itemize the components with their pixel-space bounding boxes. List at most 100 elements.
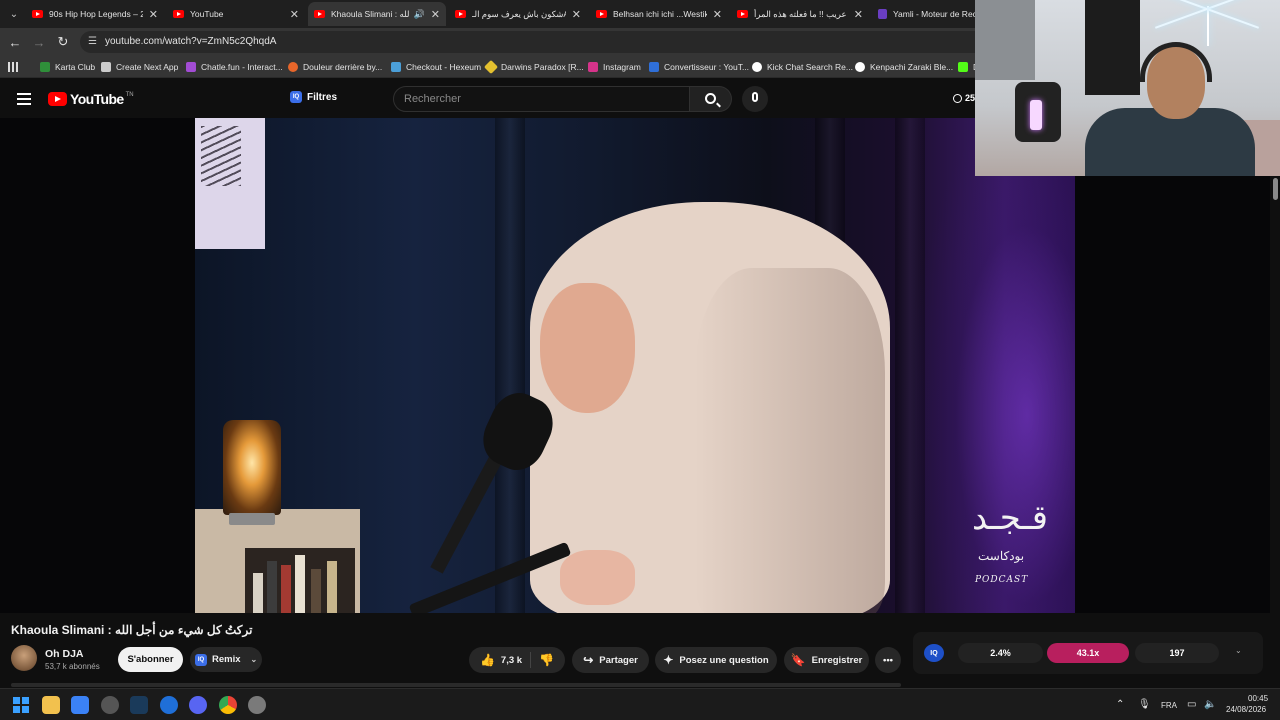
back-arrow-icon[interactable]: ←: [6, 33, 24, 51]
apps-grid-icon[interactable]: [8, 60, 18, 74]
thumbs-down-icon[interactable]: 👎: [539, 653, 554, 667]
close-icon[interactable]: ✕: [854, 8, 863, 21]
stat-engagement: 2.4%: [958, 643, 1043, 663]
page-scrollbar-track[interactable]: [1270, 176, 1280, 613]
browser-tab[interactable]: عريب !! ما فعلته هذه المرأ ✕: [731, 2, 869, 26]
bookmark-item[interactable]: Karta Club: [40, 60, 95, 74]
browser-tab[interactable]: YouTube ✕: [167, 2, 305, 26]
like-count[interactable]: 7,3 k: [501, 655, 522, 666]
sparkle-icon: ✦: [663, 653, 674, 667]
subscribe-button[interactable]: S'abonner: [118, 647, 183, 672]
close-icon[interactable]: ✕: [713, 8, 722, 21]
ask-question-button[interactable]: ✦ Posez une question: [655, 647, 777, 673]
reload-icon[interactable]: ↻: [54, 33, 72, 51]
app-icon[interactable]: [160, 696, 178, 714]
share-icon: ↪: [583, 653, 594, 667]
light-ray: [1154, 8, 1208, 29]
tray-chevron-up-icon[interactable]: ⌃: [1116, 699, 1124, 710]
globe-icon: [855, 62, 865, 72]
description-bar[interactable]: [11, 683, 901, 687]
windows-taskbar: ⌃ 🎙 FRA ▭ 🔈 00:45 24/08/2026: [0, 688, 1280, 720]
bookmark-favicon-icon: [101, 62, 111, 72]
globe-icon: [752, 62, 762, 72]
windows-start-icon[interactable]: [13, 697, 29, 713]
file-explorer-icon[interactable]: [42, 696, 60, 714]
voice-search-button[interactable]: [742, 86, 768, 112]
more-options-button[interactable]: •••: [875, 647, 901, 673]
browser-tab[interactable]: 90s Hip Hop Legends – 2P ✕: [26, 2, 164, 26]
bookmark-item[interactable]: Create Next App: [101, 60, 178, 74]
podcast-logo: قـجـد بودكاست PODCAST: [972, 498, 1050, 585]
browser-tab[interactable]: Yamli - Moteur de Rech: [872, 2, 982, 26]
remix-button[interactable]: IQ Remix ⌄: [190, 647, 262, 672]
bookmark-item[interactable]: Kick Chat Search Re...: [752, 60, 853, 74]
video-frame[interactable]: قـجـد بودكاست PODCAST: [195, 118, 1075, 613]
discord-icon[interactable]: [189, 696, 207, 714]
forward-arrow-icon[interactable]: →: [30, 33, 48, 51]
youtube-icon: [173, 10, 184, 18]
microphone-icon: [752, 92, 758, 102]
bookmark-item[interactable]: Convertisseur : YouT...: [649, 60, 749, 74]
bookmark-item[interactable]: Chatle.fun - Interact...: [186, 60, 283, 74]
youtube-icon: [314, 10, 325, 18]
close-icon[interactable]: ✕: [431, 8, 440, 21]
clock-time[interactable]: 00:45: [1248, 694, 1268, 703]
app-icon[interactable]: [101, 696, 119, 714]
youtube-icon: [596, 10, 607, 18]
iq-icon[interactable]: IQ: [924, 644, 944, 662]
close-icon[interactable]: ✕: [149, 8, 158, 21]
video-player[interactable]: قـجـد بودكاست PODCAST: [0, 118, 1280, 613]
bookmark-item[interactable]: Checkout - Hexeum: [391, 60, 481, 74]
lamp: [223, 420, 281, 515]
channel-name[interactable]: Oh DJA: [45, 648, 84, 660]
save-button[interactable]: 🔖 Enregistrer: [784, 647, 869, 673]
microphone-icon[interactable]: 🎙: [1138, 699, 1151, 710]
clock-icon: [953, 93, 962, 103]
mic-light: [1030, 100, 1042, 130]
timer-badge[interactable]: 25: [953, 93, 975, 103]
steam-icon[interactable]: [130, 696, 148, 714]
close-icon[interactable]: ✕: [572, 8, 581, 21]
filters-button[interactable]: IQ Filtres: [290, 91, 337, 103]
webcam-monitor: [1085, 0, 1140, 95]
thumbs-up-icon[interactable]: 👍: [480, 653, 495, 667]
mic-stand: [430, 452, 504, 574]
bookmark-item[interactable]: Instagram: [588, 60, 641, 74]
speaker-icon[interactable]: 🔊: [414, 9, 425, 20]
chevron-down-icon: ⌄: [250, 655, 258, 664]
channel-avatar[interactable]: [11, 645, 37, 671]
url-text[interactable]: youtube.com/watch?v=ZmN5c2QhqdA: [105, 36, 276, 47]
chrome-icon[interactable]: [219, 696, 237, 714]
share-button[interactable]: ↪ Partager: [572, 647, 649, 673]
iq-icon: IQ: [195, 653, 207, 666]
page-scrollbar-thumb[interactable]: [1273, 178, 1278, 200]
store-icon[interactable]: [71, 696, 89, 714]
language-indicator[interactable]: FRA: [1161, 701, 1177, 710]
more-icon: •••: [883, 654, 893, 666]
settings-gear-icon[interactable]: [248, 696, 266, 714]
bookmark-item[interactable]: Darwins Paradox [R...: [483, 59, 584, 75]
network-icon[interactable]: ▭: [1187, 699, 1196, 710]
browser-tab[interactable]: شكون باش يعرف سوم الـA ✕: [449, 2, 587, 26]
search-button[interactable]: [690, 86, 732, 112]
address-bar[interactable]: ☰ youtube.com/watch?v=ZmN5c2QhqdA: [80, 31, 1040, 53]
bookmark-item[interactable]: Douleur derrière by...: [288, 60, 382, 74]
kick-icon: [958, 62, 968, 72]
separator: [530, 652, 532, 668]
bookmark-item[interactable]: Kenpachi Zaraki Ble...: [855, 60, 953, 74]
hijab-shadow: [695, 268, 885, 613]
chevron-down-icon[interactable]: ⌄: [1235, 646, 1242, 655]
clock-date[interactable]: 24/08/2026: [1226, 705, 1266, 714]
tab-search-chevron-icon[interactable]: ⌄: [4, 4, 24, 24]
browser-tab[interactable]: Belhsan ichi ichi ...Westik ✕: [590, 2, 728, 26]
browser-tab-active[interactable]: Khaoula Slimani : الله 🔊 ✕: [308, 2, 446, 26]
youtube-logo[interactable]: YouTube TN: [48, 91, 134, 107]
youtube-icon: [455, 10, 466, 18]
site-info-icon[interactable]: ☰: [88, 36, 100, 48]
light-ray: [1154, 0, 1208, 10]
menu-icon[interactable]: [17, 93, 31, 105]
volume-icon[interactable]: 🔈: [1204, 699, 1216, 710]
wall-artwork: [195, 118, 265, 249]
close-icon[interactable]: ✕: [290, 8, 299, 21]
search-input[interactable]: [404, 91, 674, 107]
